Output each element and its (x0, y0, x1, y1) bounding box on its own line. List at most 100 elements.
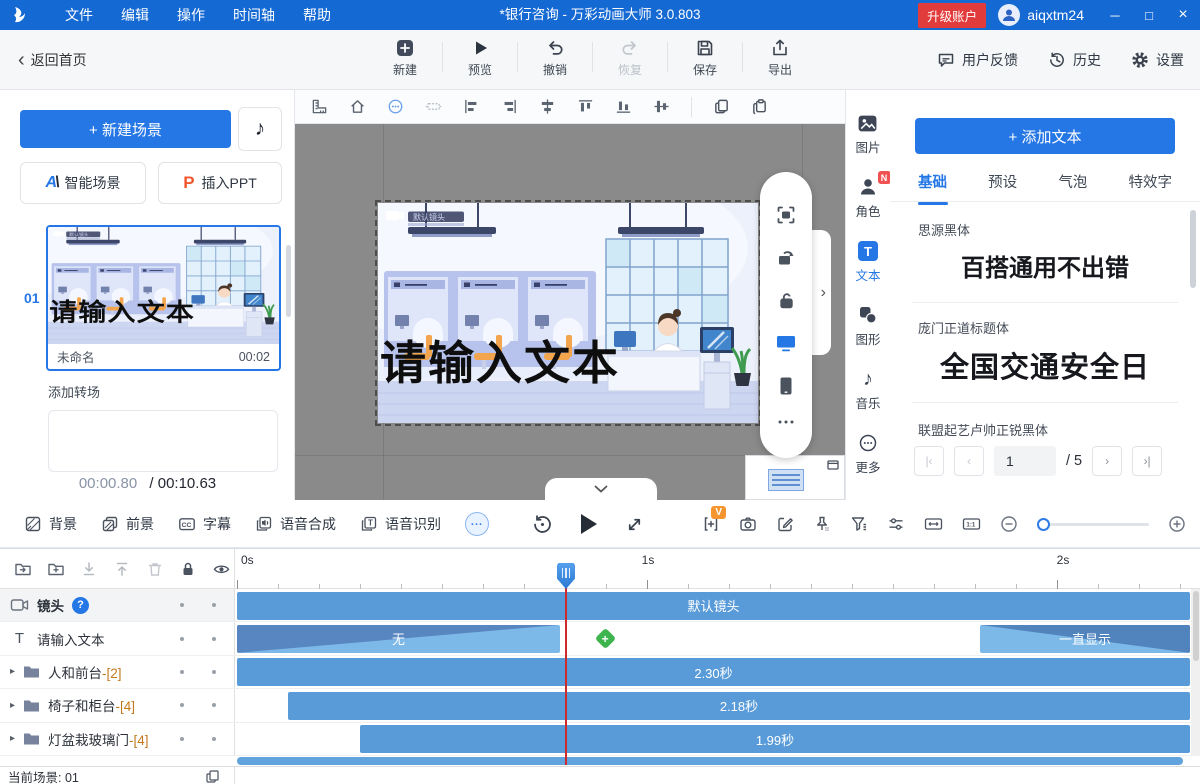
group-button[interactable]: V (702, 515, 720, 533)
zoom-out-icon[interactable] (1000, 515, 1018, 533)
transition-slot[interactable] (48, 410, 278, 472)
camera-clip[interactable]: 默认镜头 (237, 592, 1190, 620)
help-badge[interactable]: ? (72, 597, 89, 614)
undo-button[interactable]: 撤销 (518, 36, 592, 78)
track-label-camera[interactable]: 镜头 ? (0, 589, 235, 621)
prev-page-button[interactable]: ‹ (954, 446, 984, 476)
move-up-icon[interactable] (113, 560, 131, 578)
asset-tab-more[interactable]: 更多 (855, 433, 880, 476)
back-home-button[interactable]: ‹ 返回首页 (18, 30, 87, 90)
fullscreen-icon[interactable] (625, 515, 644, 534)
foreground-button[interactable]: 前景 (101, 514, 154, 534)
align-hcenter-icon[interactable] (539, 98, 556, 115)
track-label-text[interactable]: T 请输入文本 (0, 622, 235, 654)
tab-basic[interactable]: 基础 (918, 170, 947, 201)
move-into-group-icon[interactable] (14, 560, 32, 578)
new-button[interactable]: 新建 (368, 36, 442, 78)
play-button[interactable] (581, 514, 597, 534)
home-icon[interactable] (349, 98, 366, 115)
page-input[interactable]: 1 (994, 446, 1056, 476)
expand-caret-icon[interactable]: ▸ (10, 733, 15, 744)
track-indicators[interactable] (180, 703, 216, 707)
menu-action[interactable]: 操作 (163, 0, 219, 30)
scene-music-button[interactable]: ♪ (238, 107, 282, 151)
text-panel-scrollbar[interactable] (1190, 210, 1196, 288)
tab-preset[interactable]: 预设 (988, 170, 1017, 201)
zoom-slider-knob[interactable] (1037, 518, 1050, 531)
snapshot-icon[interactable] (739, 515, 757, 533)
align-right-icon[interactable] (501, 98, 518, 115)
tts-button[interactable]: 语音合成 (255, 514, 336, 534)
paste-icon[interactable] (751, 98, 768, 115)
expand-caret-icon[interactable]: ▸ (10, 666, 15, 677)
actual-size-icon[interactable]: 1:1 (962, 515, 981, 533)
menu-help[interactable]: 帮助 (289, 0, 345, 30)
font-sample[interactable]: 百搭通用不出错 (890, 248, 1200, 283)
last-page-button[interactable]: ›| (1132, 446, 1162, 476)
tab-effect-text[interactable]: 特效字 (1128, 170, 1172, 201)
new-scene-button[interactable]: + 新建场景 (20, 110, 231, 148)
timeline-collapse-tab[interactable] (545, 478, 657, 500)
redo-button[interactable]: 恢复 (593, 36, 667, 78)
text-exit-clip[interactable]: 一直显示 (980, 625, 1190, 653)
settings-button[interactable]: 设置 (1131, 50, 1184, 70)
asr-button[interactable]: T 语音识别 (360, 514, 441, 534)
align-vcenter-icon[interactable] (653, 98, 670, 115)
upgrade-account-button[interactable]: 升级账户 (918, 3, 986, 28)
track-label-group[interactable]: ▸ 人和前台-[2] (0, 656, 235, 688)
replay-icon[interactable] (532, 514, 553, 535)
control-more-button[interactable]: ... (465, 512, 489, 536)
history-button[interactable]: 历史 (1048, 50, 1101, 70)
next-page-button[interactable]: › (1092, 446, 1122, 476)
save-button[interactable]: 保存 (668, 36, 742, 78)
menu-file[interactable]: 文件 (51, 0, 107, 30)
smart-scene-button[interactable]: A\ 智能场景 (20, 162, 146, 204)
ruler-icon[interactable] (311, 98, 328, 115)
text-enter-clip[interactable]: 无 (237, 625, 560, 653)
background-button[interactable]: 背景 (24, 514, 77, 534)
first-page-button[interactable]: |‹ (914, 446, 944, 476)
track-lane-text[interactable]: 无 + 一直显示 (235, 622, 1200, 654)
maximize-button[interactable]: □ (1132, 0, 1166, 30)
scene-thumbnail-card[interactable]: 请输入文本 默认镜头 未命名 00:02 (46, 225, 281, 371)
minimap-window-icon[interactable] (827, 460, 839, 470)
insert-ppt-button[interactable]: P 插入PPT (158, 162, 282, 204)
zoom-slider[interactable] (1037, 523, 1149, 526)
track-indicators[interactable] (180, 737, 216, 741)
scene-panel-scrollbar[interactable] (286, 245, 291, 317)
timeline-ruler[interactable]: 0s 1s 2s (235, 549, 1200, 589)
asset-tab-text[interactable]: T 文本 (855, 241, 880, 284)
add-text-button[interactable]: + 添加文本 (915, 118, 1175, 154)
filter-icon[interactable] (850, 515, 868, 533)
distribute-icon[interactable] (425, 98, 442, 115)
subtitle-button[interactable]: CC 字幕 (178, 514, 231, 534)
zoom-in-icon[interactable] (1168, 515, 1186, 533)
delete-icon[interactable] (146, 560, 164, 578)
canvas-workspace[interactable]: 请输入文本 默认镜头 › (295, 124, 845, 500)
track-lane-group[interactable]: 2.30秒 (235, 656, 1200, 688)
portrait-mode-icon[interactable] (779, 376, 793, 396)
align-bottom-icon[interactable] (615, 98, 632, 115)
track-label-group[interactable]: ▸ 灯盆栽玻璃门-[4] (0, 723, 235, 755)
pill-more-icon[interactable] (777, 419, 795, 425)
group-clip[interactable]: 1.99秒 (360, 725, 1190, 753)
unlock-icon[interactable] (777, 291, 796, 310)
track-lane-group[interactable]: 2.18秒 (235, 689, 1200, 721)
adjust-icon[interactable] (887, 515, 905, 533)
timeline-vscrollbar[interactable] (1191, 589, 1200, 756)
asset-tab-image[interactable]: 图片 (855, 114, 880, 156)
lock-icon[interactable] (179, 560, 197, 578)
visibility-icon[interactable] (212, 560, 231, 578)
copy-scene-icon[interactable] (205, 769, 220, 784)
group-clip[interactable]: 2.18秒 (288, 692, 1190, 720)
fit-width-icon[interactable] (924, 515, 943, 533)
new-group-icon[interactable] (47, 560, 65, 578)
add-keyframe-icon[interactable]: + (595, 628, 616, 649)
avatar[interactable] (998, 4, 1020, 26)
align-left-icon[interactable] (463, 98, 480, 115)
rotate-icon[interactable] (776, 248, 796, 268)
group-clip[interactable]: 2.30秒 (237, 658, 1190, 686)
more-options-icon[interactable] (387, 98, 404, 115)
track-indicators[interactable] (180, 637, 216, 641)
timeline-hscrollbar[interactable] (237, 757, 1183, 765)
